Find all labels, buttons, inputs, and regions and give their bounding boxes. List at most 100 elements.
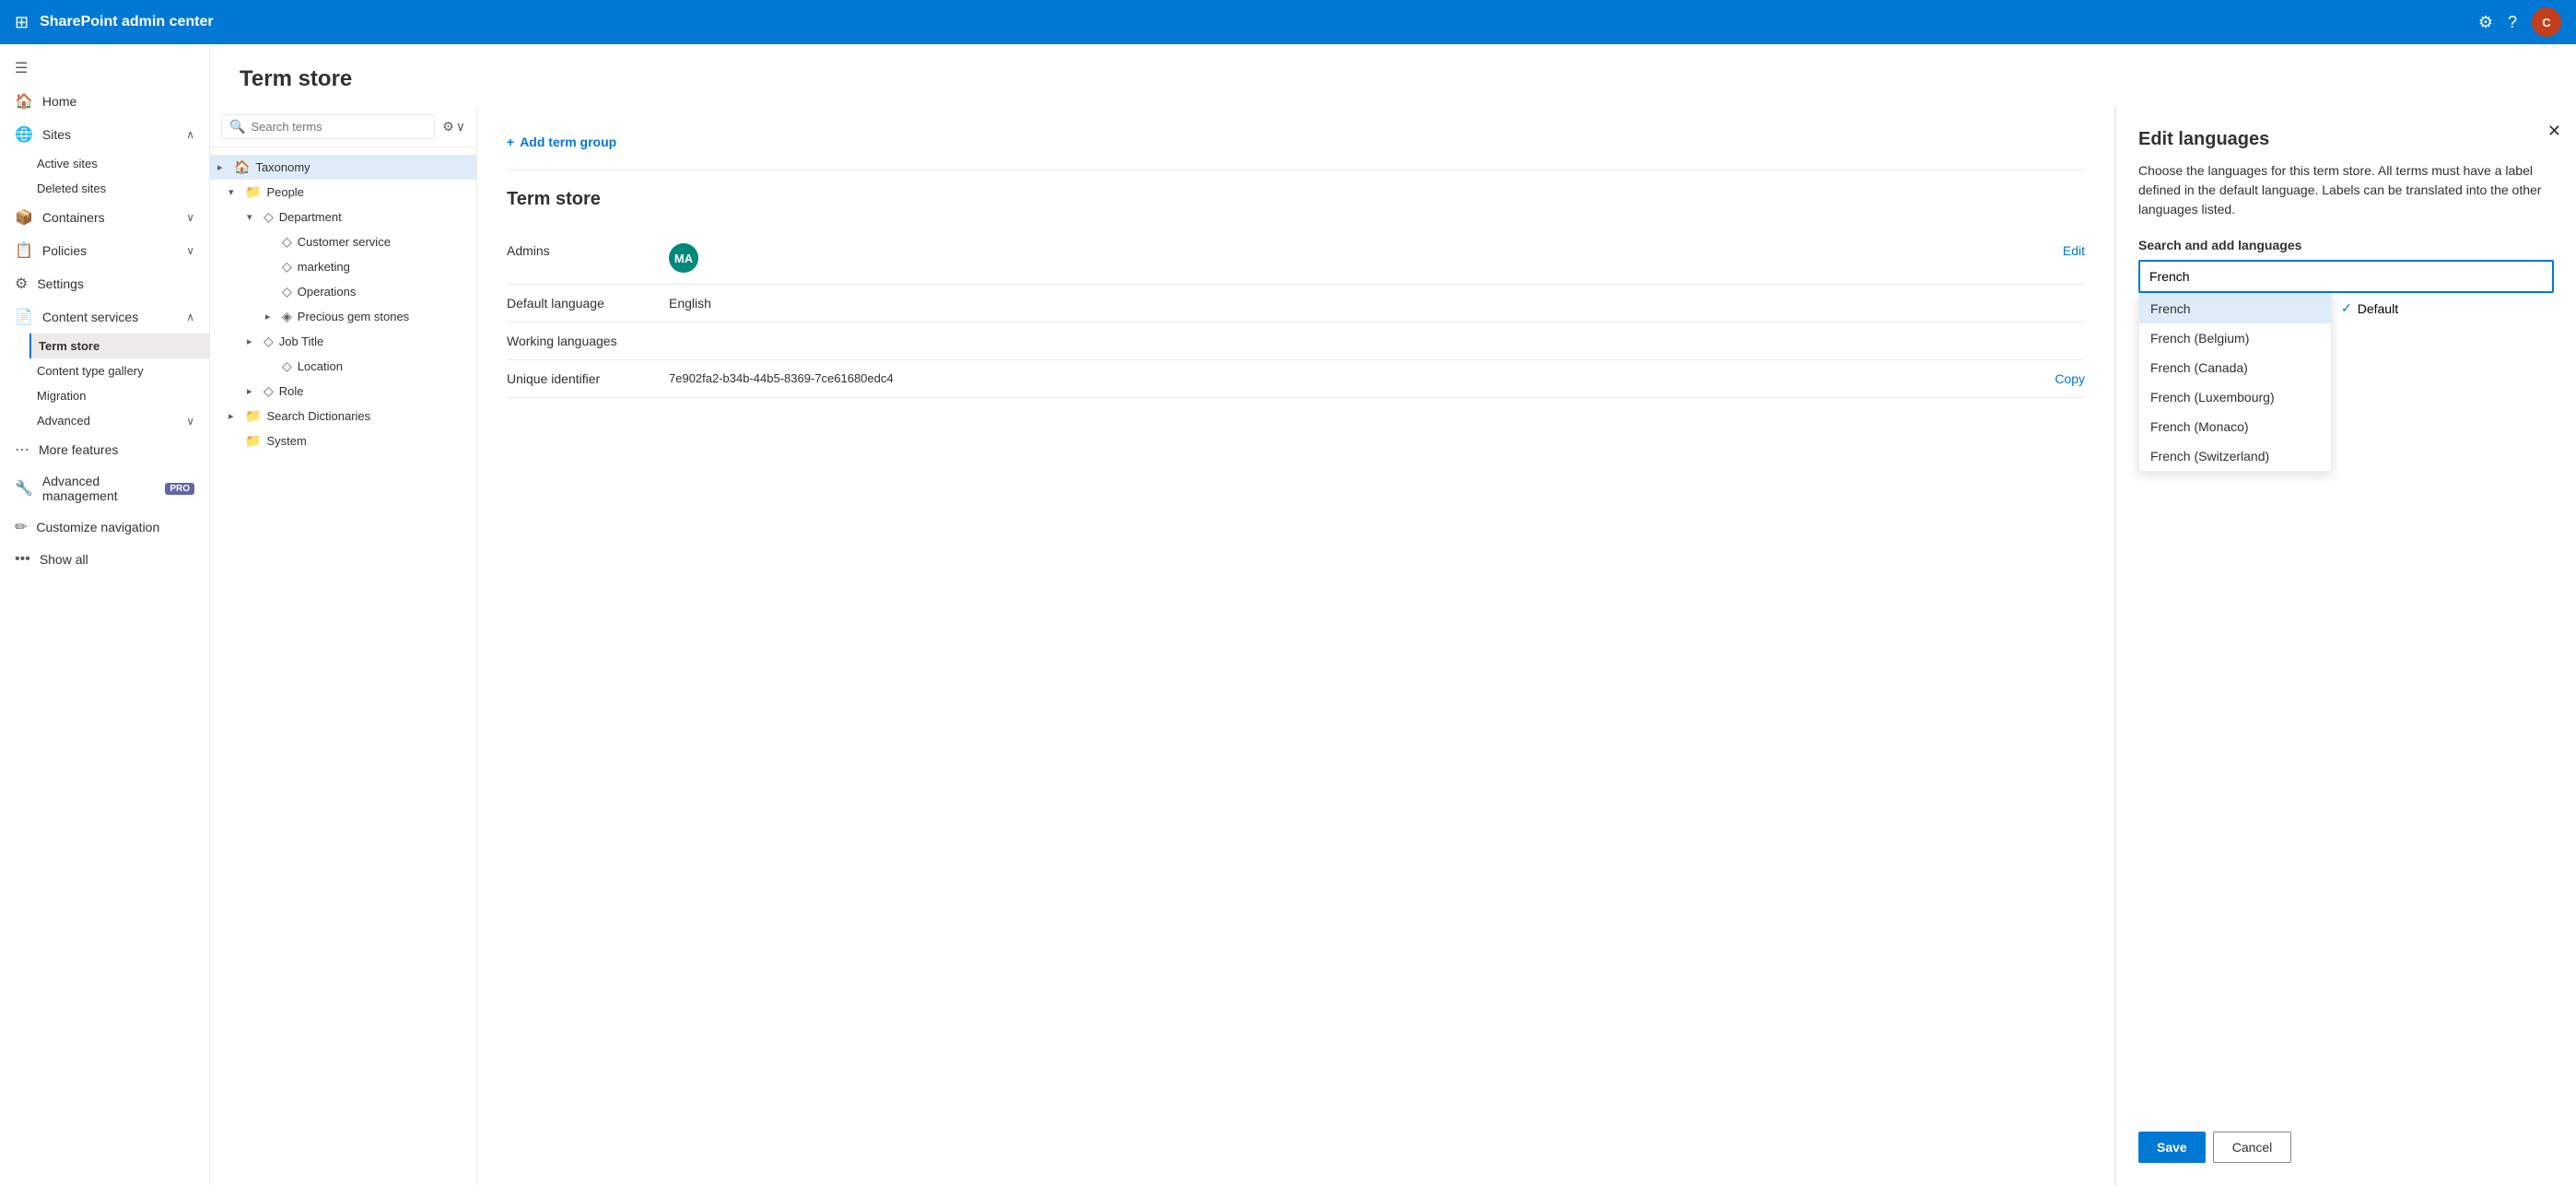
chevron-down-policies: ∨ (186, 244, 194, 257)
plus-icon: + (507, 135, 514, 149)
termstore-layout: 🔍 ⚙ ∨ ▸ 🏠 Taxonomy (210, 107, 2576, 1185)
tree-label-customer-service: Customer service (298, 235, 469, 249)
sidebar-label-advanced-management: Advanced management (42, 474, 150, 503)
middle-panel: + Add term group Term store Admins MA Ed… (477, 107, 2115, 1185)
page-content: Term store 🔍 ⚙ ∨ (210, 44, 2576, 1185)
sidebar-sub-sites: Active sites Deleted sites (0, 151, 209, 201)
taxonomy-panel: 🔍 ⚙ ∨ ▸ 🏠 Taxonomy (210, 107, 477, 1185)
tree-label-system: System (266, 434, 458, 448)
waffle-icon[interactable]: ⊞ (15, 13, 29, 32)
tree-item-taxonomy[interactable]: ▸ 🏠 Taxonomy ⋯ (210, 155, 476, 180)
filter-chevron-icon: ∨ (456, 119, 465, 135)
lang-option-french-luxembourg[interactable]: French (Luxembourg) (2139, 382, 2331, 412)
tree-item-marketing[interactable]: ◇ marketing (210, 254, 476, 279)
tree-item-system[interactable]: 📁 System ✕ (210, 428, 476, 453)
tree-item-location[interactable]: ◇ Location (210, 354, 476, 379)
content-services-icon: 📄 (15, 308, 33, 326)
page-title: Term store (240, 66, 2547, 92)
tree-label-people: People (266, 185, 456, 199)
avatar[interactable]: C (2532, 7, 2561, 37)
tree-chevron-job-title: ▸ (247, 335, 260, 347)
sidebar-label-customize-navigation: Customize navigation (36, 520, 159, 534)
tree-icon-department: ◇ (263, 209, 274, 225)
tree-label-location: Location (298, 359, 469, 373)
sidebar-label-home: Home (42, 94, 76, 109)
sidebar-label-sites: Sites (42, 127, 71, 142)
search-terms-input[interactable] (251, 120, 427, 134)
tree-chevron-taxonomy: ▸ (217, 161, 230, 173)
sidebar-item-content-services[interactable]: 📄 Content services ∧ (0, 300, 209, 334)
tree-chevron-department: ▾ (247, 211, 260, 223)
unique-id-copy-button[interactable]: Copy (2055, 371, 2085, 386)
sidebar-item-content-type-gallery[interactable]: Content type gallery (29, 358, 209, 383)
sidebar-label-containers: Containers (42, 210, 105, 225)
tree-item-role[interactable]: ▸ ◇ Role (210, 379, 476, 404)
default-check-icon: ✓ (2341, 300, 2352, 316)
tree-item-department[interactable]: ▾ ◇ Department (210, 205, 476, 229)
sidebar-item-customize-navigation[interactable]: ✏ Customize navigation (0, 510, 209, 544)
language-search-input[interactable] (2138, 260, 2554, 293)
tree-item-people[interactable]: ▾ 📁 People ⋯ (210, 180, 476, 205)
app-title: SharePoint admin center (40, 14, 2467, 30)
help-icon[interactable]: ? (2508, 13, 2517, 32)
search-icon: 🔍 (229, 119, 245, 135)
sidebar-item-term-store[interactable]: Term store (29, 334, 209, 358)
show-all-icon: ••• (15, 551, 30, 568)
sidebar-item-containers[interactable]: 📦 Containers ∨ (0, 201, 209, 234)
tree-icon-marketing: ◇ (282, 259, 292, 275)
policies-icon: 📋 (15, 241, 33, 260)
sidebar-hamburger[interactable]: ☰ (0, 52, 209, 85)
admins-edit-button[interactable]: Edit (2063, 243, 2085, 258)
tree-item-precious-gem-stones[interactable]: ▸ ◈ Precious gem stones (210, 304, 476, 329)
settings-icon: ⚙ (15, 275, 28, 293)
tree-icon-taxonomy: 🏠 (234, 159, 250, 175)
sidebar-item-policies[interactable]: 📋 Policies ∨ (0, 234, 209, 267)
chevron-up-icon: ∧ (186, 128, 194, 141)
tree-icon-location: ◇ (282, 358, 292, 374)
lang-option-french-switzerland[interactable]: French (Switzerland) (2139, 441, 2331, 471)
customize-nav-icon: ✏ (15, 518, 27, 536)
tree-label-department: Department (279, 210, 469, 224)
sidebar-item-deleted-sites[interactable]: Deleted sites (29, 176, 209, 201)
panel-close-button[interactable]: ✕ (2547, 122, 2561, 141)
save-button[interactable]: Save (2138, 1132, 2206, 1163)
admin-avatar: MA (669, 243, 698, 273)
termstore-panel-title: Term store (507, 189, 2085, 210)
sidebar-item-advanced-management[interactable]: 🔧 Advanced management PRO (0, 466, 209, 510)
lang-option-french-canada[interactable]: French (Canada) (2139, 353, 2331, 382)
tree-label-role: Role (279, 384, 469, 398)
lang-option-french[interactable]: French (2139, 294, 2331, 323)
working-lang-row: Working languages (507, 323, 2085, 360)
tree-item-operations[interactable]: ◇ Operations (210, 279, 476, 304)
sidebar-item-sites[interactable]: 🌐 Sites ∧ (0, 118, 209, 151)
tree-chevron-people: ▾ (228, 186, 241, 198)
search-terms-wrap: 🔍 (221, 114, 435, 139)
lang-option-french-belgium[interactable]: French (Belgium) (2139, 323, 2331, 353)
tree-icon-operations: ◇ (282, 284, 292, 299)
default-lang-value: English (669, 296, 2085, 311)
home-icon: 🏠 (15, 92, 33, 111)
hamburger-icon: ☰ (15, 59, 28, 77)
cancel-button[interactable]: Cancel (2213, 1132, 2292, 1163)
tree-item-job-title[interactable]: ▸ ◇ Job Title (210, 329, 476, 354)
sidebar-item-advanced[interactable]: Advanced ∨ (29, 408, 209, 433)
content-area: Term store 🔍 ⚙ ∨ (210, 44, 2576, 1185)
sidebar-label-deleted-sites: Deleted sites (37, 182, 106, 195)
add-term-group-button[interactable]: + Add term group (507, 129, 616, 155)
sidebar-label-content-type-gallery: Content type gallery (37, 364, 144, 378)
sidebar-item-home[interactable]: 🏠 Home (0, 85, 209, 118)
lang-option-french-monaco[interactable]: French (Monaco) (2139, 412, 2331, 441)
sidebar-item-migration[interactable]: Migration (29, 383, 209, 408)
sidebar-item-settings[interactable]: ⚙ Settings (0, 267, 209, 300)
tree-label-precious: Precious gem stones (298, 310, 469, 323)
sidebar-item-active-sites[interactable]: Active sites (29, 151, 209, 176)
sidebar-item-more-features[interactable]: ⋯ More features (0, 433, 209, 466)
tree-item-search-dictionaries[interactable]: ▸ 📁 Search Dictionaries ⋯ (210, 404, 476, 428)
filter-button[interactable]: ⚙ ∨ (442, 119, 465, 135)
main-layout: ☰ 🏠 Home 🌐 Sites ∧ Active sites Deleted … (0, 44, 2576, 1185)
tree-chevron-role: ▸ (247, 385, 260, 397)
pro-badge: PRO (165, 483, 194, 495)
sidebar-item-show-all[interactable]: ••• Show all (0, 544, 209, 575)
tree-item-customer-service[interactable]: ◇ Customer service (210, 229, 476, 254)
gear-icon[interactable]: ⚙ (2478, 13, 2493, 32)
